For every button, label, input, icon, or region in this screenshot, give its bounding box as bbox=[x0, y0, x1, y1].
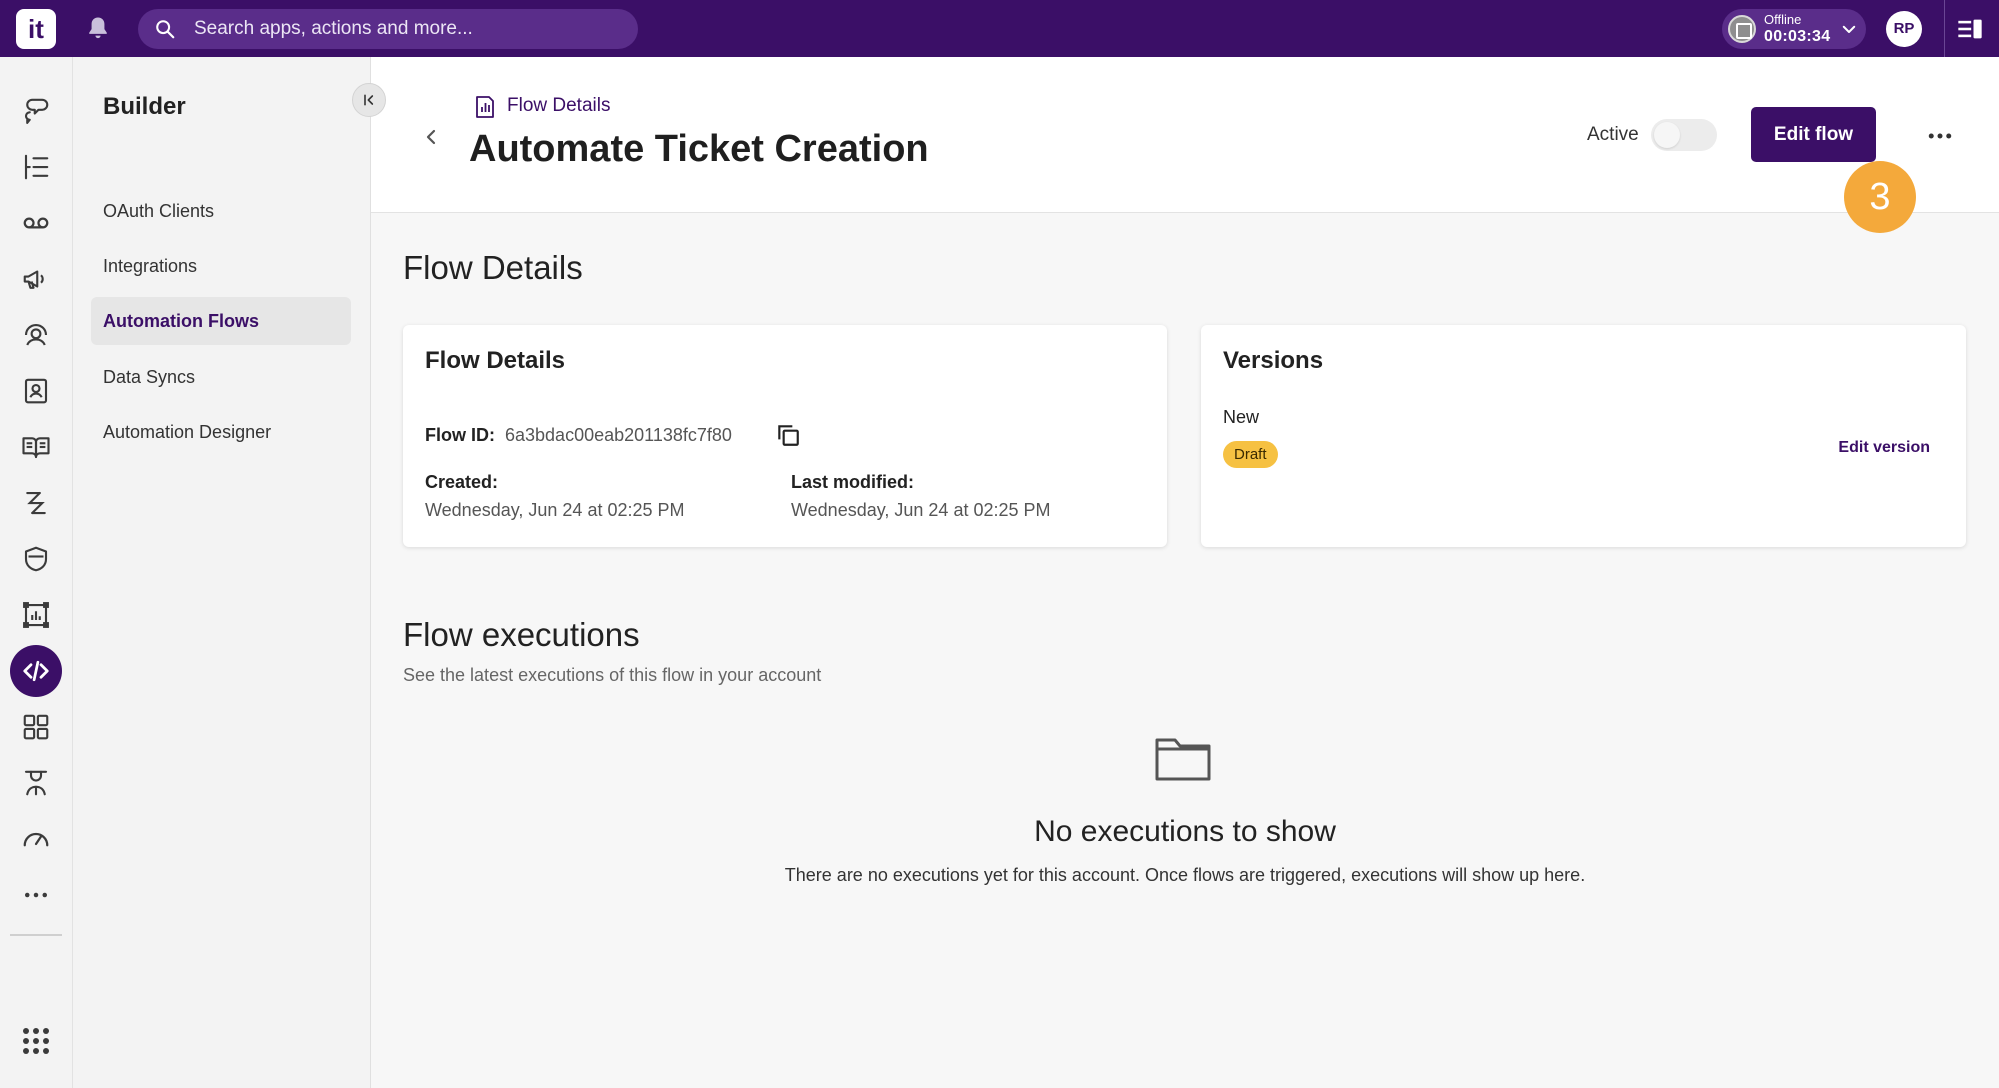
main-content: Flow Details Automate Ticket Creation Ac… bbox=[371, 57, 1999, 1088]
shield-icon[interactable] bbox=[10, 533, 62, 585]
nav-item-oauth-clients[interactable]: OAuth Clients bbox=[91, 187, 351, 235]
app-rail bbox=[0, 57, 73, 1088]
app-launcher-icon[interactable] bbox=[10, 1015, 62, 1067]
user-avatar[interactable]: RP bbox=[1886, 11, 1922, 47]
last-modified-label: Last modified: bbox=[791, 472, 915, 492]
flow-details-card-title: Flow Details bbox=[425, 347, 566, 374]
topbar-divider bbox=[1944, 0, 1945, 57]
search-placeholder: Search apps, actions and more... bbox=[194, 18, 473, 39]
draft-status-badge: Draft bbox=[1223, 441, 1278, 468]
collapse-nav-button[interactable] bbox=[352, 83, 386, 117]
agent-icon[interactable] bbox=[10, 309, 62, 361]
flow-executions-title: Flow executions bbox=[403, 616, 640, 653]
flow-document-icon bbox=[476, 96, 494, 118]
more-options-icon[interactable] bbox=[1925, 121, 1955, 151]
active-toggle[interactable] bbox=[1651, 119, 1717, 151]
megaphone-icon[interactable] bbox=[10, 253, 62, 305]
search-icon bbox=[156, 20, 175, 39]
status-stop-icon bbox=[1728, 15, 1756, 43]
nav-item-automation-designer[interactable]: Automation Designer bbox=[91, 408, 351, 456]
side-panel-toggle-icon[interactable] bbox=[1956, 15, 1984, 43]
active-toggle-label: Active bbox=[1587, 124, 1639, 145]
search-bar[interactable]: Search apps, actions and more... bbox=[138, 9, 638, 49]
empty-state-title: No executions to show bbox=[1034, 815, 1336, 848]
version-name: New bbox=[1223, 407, 1260, 427]
breadcrumb[interactable]: Flow Details bbox=[507, 95, 610, 117]
contact-book-icon[interactable] bbox=[10, 365, 62, 417]
speedometer-icon[interactable] bbox=[10, 813, 62, 865]
page-header: Flow Details Automate Ticket Creation Ac… bbox=[371, 57, 1999, 213]
status-label: Offline bbox=[1764, 12, 1802, 27]
page-title: Automate Ticket Creation bbox=[469, 128, 929, 170]
toggle-knob bbox=[1654, 122, 1680, 148]
edit-flow-button[interactable]: Edit flow bbox=[1751, 107, 1876, 162]
flow-id-label: Flow ID: bbox=[425, 425, 495, 445]
collapse-left-icon bbox=[364, 94, 374, 106]
copy-icon[interactable] bbox=[775, 422, 801, 448]
workflow-icon[interactable] bbox=[10, 477, 62, 529]
agent-status-selector[interactable]: Offline 00:03:34 bbox=[1722, 9, 1866, 49]
user-admin-icon[interactable] bbox=[10, 757, 62, 809]
versions-card: Versions New Draft Edit version bbox=[1201, 325, 1966, 547]
apps-grid-icon[interactable] bbox=[10, 701, 62, 753]
rail-divider bbox=[10, 934, 62, 936]
back-arrow-icon[interactable] bbox=[419, 125, 443, 149]
nav-item-automation-flows[interactable]: Automation Flows bbox=[91, 297, 351, 345]
versions-card-title: Versions bbox=[1223, 347, 1324, 374]
status-timer: 00:03:34 bbox=[1764, 28, 1831, 45]
flow-details-section-title: Flow Details bbox=[403, 249, 583, 286]
top-bar: it Search apps, actions and more... Offl… bbox=[0, 0, 1999, 57]
chat-bubbles-icon[interactable] bbox=[10, 85, 62, 137]
created-value: Wednesday, Jun 24 at 02:25 PM bbox=[425, 500, 685, 520]
builder-nav: Builder OAuth Clients Integrations Autom… bbox=[73, 57, 371, 1088]
empty-state-text: There are no executions yet for this acc… bbox=[784, 865, 1586, 885]
nav-item-integrations[interactable]: Integrations bbox=[91, 242, 351, 290]
notifications-bell-icon[interactable] bbox=[84, 14, 112, 42]
code-icon[interactable] bbox=[10, 645, 62, 697]
last-modified-value: Wednesday, Jun 24 at 02:25 PM bbox=[791, 500, 1051, 520]
flow-details-card: Flow Details Flow ID: 6a3bdac00eab201138… bbox=[403, 325, 1167, 547]
flow-executions-subtitle: See the latest executions of this flow i… bbox=[403, 665, 822, 685]
more-horizontal-icon[interactable] bbox=[10, 869, 62, 921]
app-logo[interactable]: it bbox=[16, 9, 56, 49]
chevron-down-icon bbox=[1842, 25, 1856, 33]
list-icon[interactable] bbox=[10, 141, 62, 193]
voicemail-icon[interactable] bbox=[10, 197, 62, 249]
knowledge-book-icon[interactable] bbox=[10, 421, 62, 473]
created-label: Created: bbox=[425, 472, 499, 492]
empty-folder-icon bbox=[1155, 738, 1211, 781]
step-number-badge: 3 bbox=[1844, 161, 1916, 233]
edit-version-link[interactable]: Edit version bbox=[1838, 439, 1930, 457]
flow-id-value: 6a3bdac00eab201138fc7f80 bbox=[505, 425, 732, 445]
nav-title: Builder bbox=[103, 93, 186, 120]
dashboard-icon[interactable] bbox=[10, 589, 62, 641]
nav-item-data-syncs[interactable]: Data Syncs bbox=[91, 353, 351, 401]
